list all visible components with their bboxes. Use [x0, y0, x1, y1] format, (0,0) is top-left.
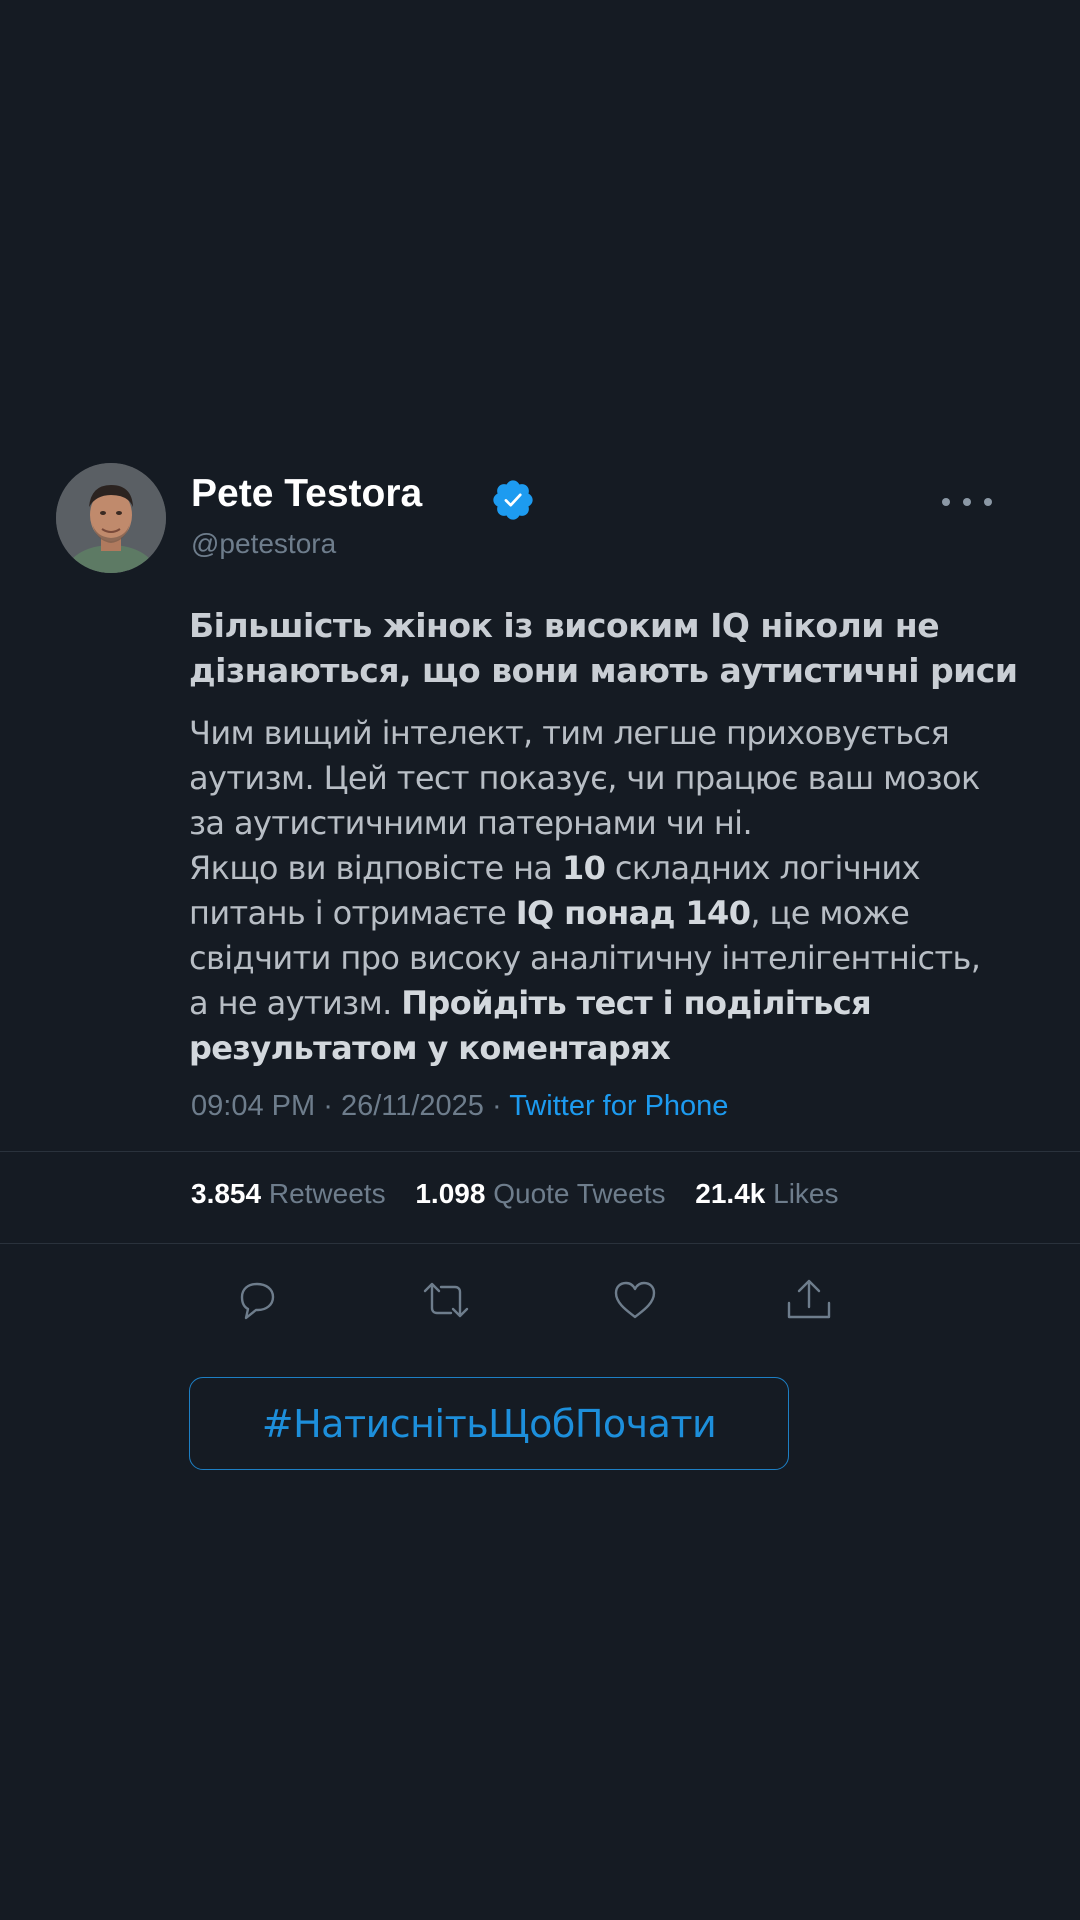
reply-button[interactable] — [232, 1277, 282, 1323]
like-button[interactable] — [610, 1277, 660, 1323]
likes-label: Likes — [773, 1178, 839, 1209]
retweets-count: 3.854 — [191, 1178, 262, 1209]
body-line: а не аутизм. Пройдіть тест і поділіться — [189, 981, 1039, 1026]
display-name[interactable]: Pete Testora — [191, 474, 422, 513]
body-emphasis: Пройдіть тест і поділіться — [401, 984, 872, 1022]
meta-separator: · — [323, 1090, 333, 1122]
meta-separator: · — [492, 1090, 502, 1122]
cta-label: #НатиснітьЩобПочати — [261, 1401, 717, 1446]
body-text-span: а не аутизм. — [189, 984, 402, 1022]
avatar[interactable] — [56, 463, 166, 573]
quote-tweets-count: 1.098 — [415, 1178, 486, 1209]
body-line: Чим вищий інтелект, тим легше приховуєть… — [189, 714, 950, 752]
reply-icon — [240, 1282, 275, 1320]
body-text-span: складних логічних — [605, 849, 921, 887]
tweet-stats: 3.854 Retweets 1.098 Quote Tweets 21.4k … — [191, 1178, 839, 1210]
more-dot-icon — [942, 498, 950, 506]
body-emphasis: IQ понад 140 — [515, 894, 751, 932]
retweets-stat[interactable]: 3.854 Retweets — [191, 1178, 386, 1209]
quote-tweets-label: Quote Tweets — [493, 1178, 666, 1209]
retweets-label: Retweets — [268, 1178, 386, 1209]
avatar-photo — [56, 463, 166, 573]
tweet-headline: Більшість жінок із високим IQ ніколи не … — [189, 606, 1018, 690]
likes-stat[interactable]: 21.4k Likes — [695, 1178, 838, 1209]
tweet-time[interactable]: 09:04 PM — [191, 1090, 315, 1122]
retweet-icon — [423, 1282, 469, 1318]
likes-count: 21.4k — [695, 1178, 766, 1209]
cta-hashtag-button[interactable]: #НатиснітьЩобПочати — [189, 1377, 789, 1470]
retweet-button[interactable] — [421, 1277, 471, 1323]
body-line: свідчити про високу аналітичну інтеліген… — [189, 939, 981, 977]
body-line: Якщо ви відповісте на 10 складних логічн… — [189, 846, 1039, 891]
divider — [0, 1243, 1080, 1244]
more-dot-icon — [963, 498, 971, 506]
verified-badge-icon — [493, 480, 533, 520]
tweet-source-link[interactable]: Twitter for Phone — [509, 1090, 728, 1122]
quote-tweets-stat[interactable]: 1.098 Quote Tweets — [415, 1178, 665, 1209]
body-emphasis: 10 — [562, 849, 606, 887]
share-button[interactable] — [784, 1277, 834, 1323]
body-line: за аутистичними патернами чи ні. — [189, 804, 753, 842]
body-text-span: питань і отримаєте — [189, 894, 516, 932]
tweet-card: Pete Testora @petestora Більшість жінок … — [0, 0, 1080, 1920]
divider — [0, 1151, 1080, 1152]
handle[interactable]: @petestora — [191, 530, 336, 558]
body-line: питань і отримаєте IQ понад 140, це може — [189, 891, 1039, 936]
more-options-button[interactable] — [930, 482, 1000, 522]
tweet-date[interactable]: 26/11/2025 — [341, 1090, 484, 1122]
like-icon — [614, 1281, 656, 1319]
tweet-meta: 09:04 PM · 26/11/2025 · Twitter for Phon… — [191, 1090, 728, 1123]
body-line: аутизм. Цей тест показує, чи працює ваш … — [189, 759, 980, 797]
more-dot-icon — [984, 498, 992, 506]
body-line: результатом у коментарях — [189, 1029, 671, 1067]
tweet-body: Чим вищий інтелект, тим легше приховуєть… — [189, 711, 1039, 1071]
body-text-span: , це може — [750, 894, 910, 932]
body-text-span: Якщо ви відповісте на — [189, 849, 563, 887]
share-icon — [787, 1279, 831, 1319]
